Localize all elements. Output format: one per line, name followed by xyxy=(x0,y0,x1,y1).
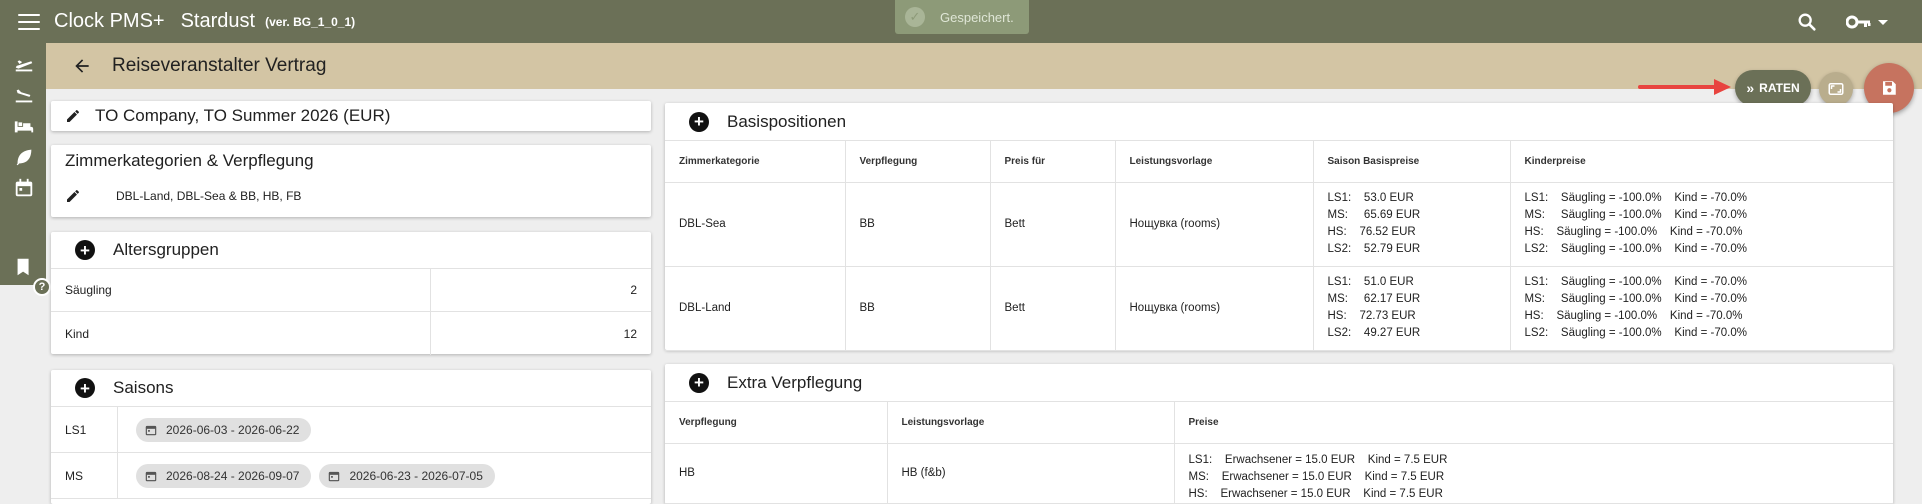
page-title: Reiseveranstalter Vertrag xyxy=(112,55,327,76)
season-name: MS xyxy=(51,453,118,498)
extra-board-title: Extra Verpflegung xyxy=(727,372,863,392)
leaf-icon[interactable] xyxy=(13,146,35,168)
side-rail xyxy=(0,43,46,285)
table-row[interactable]: DBL-Land BB Bett Нощувка (rooms) LS1: 51… xyxy=(665,266,1893,351)
bed-icon[interactable] xyxy=(13,115,35,137)
template-cell: Нощувка (rooms) xyxy=(1115,266,1314,351)
price-for-cell: Bett xyxy=(990,182,1116,267)
board-cell: HB xyxy=(665,443,888,504)
base-positions-title: Basispositionen xyxy=(727,111,847,131)
age-groups-card: + Altersgruppen Säugling 2 Kind 12 xyxy=(51,232,651,355)
add-circle-icon[interactable]: + xyxy=(75,378,95,398)
date-range-text: 2026-08-24 - 2026-09-07 xyxy=(166,468,300,483)
plane-departure-icon[interactable] xyxy=(13,53,35,75)
toast-text: Gespeichert. xyxy=(940,9,1014,25)
column-header: Leistungsvorlage xyxy=(1115,141,1314,183)
calendar-icon xyxy=(145,471,157,481)
season-prices-cell: LS1: 53.0 EUR MS: 65.69 EUR HS: 76.52 EU… xyxy=(1313,182,1511,267)
saved-toast: ✓ Gespeichert. xyxy=(895,0,1029,34)
column-header: Verpflegung xyxy=(845,141,991,183)
column-header: Kinderpreise xyxy=(1510,141,1893,183)
table-row[interactable]: HB HB (f&b) LS1: Erwachsener = 15.0 EUR … xyxy=(665,443,1893,504)
extra-board-card: + Extra Verpflegung Verpflegung Leistung… xyxy=(665,364,1893,504)
seasons-card: + Saisons LS1 2026-06-03 - 2026-06-22 MS… xyxy=(51,370,651,504)
base-positions-table: Zimmerkategorie Verpflegung Preis für Le… xyxy=(665,141,1893,351)
room-categories-title: Zimmerkategorien & Verpflegung xyxy=(65,151,314,170)
column-header: Saison Basispreise xyxy=(1313,141,1511,183)
add-circle-icon[interactable]: + xyxy=(75,240,95,260)
date-range-chip[interactable]: 2026-06-03 - 2026-06-22 xyxy=(136,417,312,442)
age-group-name: Kind xyxy=(51,312,431,355)
age-groups-header: + Altersgruppen xyxy=(51,232,651,269)
child-prices-cell: LS1: Säugling = -100.0% Kind = -70.0% MS… xyxy=(1510,182,1893,267)
column-header: Preise xyxy=(1174,402,1893,444)
contract-title: TO Company, TO Summer 2026 (EUR) xyxy=(95,106,391,125)
board-cell: BB xyxy=(845,182,991,267)
calendar-icon[interactable] xyxy=(13,177,35,199)
pencil-icon[interactable] xyxy=(65,108,81,124)
room-cell: DBL-Land xyxy=(665,266,846,351)
board-cell: BB xyxy=(845,266,991,351)
age-group-name: Säugling xyxy=(51,269,431,311)
calendar-icon xyxy=(329,471,340,481)
back-arrow-icon[interactable] xyxy=(72,56,92,76)
plane-arrival-icon[interactable] xyxy=(13,84,35,106)
extra-board-table: Verpflegung Leistungsvorlage Preise HB H… xyxy=(665,402,1893,504)
hamburger-menu-icon[interactable] xyxy=(18,13,40,30)
add-circle-icon[interactable]: + xyxy=(689,372,709,393)
seasons-header: + Saisons xyxy=(51,370,651,407)
date-range-chip[interactable]: 2026-08-24 - 2026-09-07 xyxy=(136,463,312,488)
date-range-chip[interactable]: 2026-06-23 - 2026-07-05 xyxy=(319,463,495,488)
table-row[interactable]: LS1 2026-06-03 - 2026-06-22 xyxy=(51,407,651,453)
season-prices-cell: LS1: 51.0 EUR MS: 62.17 EUR HS: 72.73 EU… xyxy=(1313,266,1511,351)
season-name: LS1 xyxy=(51,407,118,452)
date-range-text: 2026-06-03 - 2026-06-22 xyxy=(166,422,300,437)
property-name: Stardust xyxy=(180,10,256,32)
search-icon[interactable] xyxy=(1796,11,1818,33)
table-row[interactable]: Kind 12 xyxy=(51,312,651,355)
check-icon: ✓ xyxy=(905,7,925,27)
base-positions-header: + Basispositionen xyxy=(665,103,1893,141)
floppy-disk-icon xyxy=(1883,81,1896,95)
seasons-title: Saisons xyxy=(113,378,174,397)
template-cell: HB (f&b) xyxy=(887,443,1175,504)
app-version: (ver. BG_1_0_1) xyxy=(265,14,356,29)
annotation-arrow xyxy=(1638,79,1731,95)
prices-cell: LS1: Erwachsener = 15.0 EUR Kind = 7.5 E… xyxy=(1174,443,1893,504)
room-categories-card: Zimmerkategorien & Verpflegung DBL-Land,… xyxy=(51,145,651,217)
add-circle-icon[interactable]: + xyxy=(689,111,709,132)
age-groups-title: Altersgruppen xyxy=(113,240,219,259)
table-row[interactable]: Säugling 2 xyxy=(51,269,651,312)
key-dropdown-icon[interactable] xyxy=(1846,11,1890,33)
price-for-cell: Bett xyxy=(990,266,1116,351)
app-name: Clock PMS+ xyxy=(54,10,165,32)
room-cell: DBL-Sea xyxy=(665,182,846,267)
column-header: Verpflegung xyxy=(665,402,888,444)
age-group-value: 2 xyxy=(630,283,637,297)
column-header: Zimmerkategorie xyxy=(665,141,846,183)
raten-button[interactable]: » RATEN xyxy=(1735,70,1811,106)
book-icon[interactable] xyxy=(13,256,35,278)
table-row[interactable]: MS 2026-08-24 - 2026-09-07 2026-06-23 - … xyxy=(51,453,651,499)
calendar-icon xyxy=(145,425,157,435)
fit-screen-button[interactable] xyxy=(1819,72,1853,106)
raten-label: RATEN xyxy=(1759,81,1800,95)
extra-board-header: + Extra Verpflegung xyxy=(665,364,1893,402)
column-header: Leistungsvorlage xyxy=(887,402,1175,444)
table-row[interactable]: DBL-Sea BB Bett Нощувка (rooms) LS1: 53.… xyxy=(665,182,1893,267)
template-cell: Нощувка (rooms) xyxy=(1115,182,1314,267)
help-icon[interactable]: ? xyxy=(33,278,51,296)
column-header: Preis für xyxy=(990,141,1116,183)
child-prices-cell: LS1: Säugling = -100.0% Kind = -70.0% MS… xyxy=(1510,266,1893,351)
aspect-ratio-icon xyxy=(1828,83,1844,95)
age-group-value: 12 xyxy=(623,326,637,341)
base-positions-card: + Basispositionen Zimmerkategorie Verpfl… xyxy=(665,103,1893,351)
room-categories-value: DBL-Land, DBL-Sea & BB, HB, FB xyxy=(116,189,302,203)
contract-title-card: TO Company, TO Summer 2026 (EUR) xyxy=(51,101,651,131)
double-chevron-icon: » xyxy=(1746,80,1755,96)
pencil-icon[interactable] xyxy=(65,188,81,204)
date-range-text: 2026-06-23 - 2026-07-05 xyxy=(349,468,483,483)
